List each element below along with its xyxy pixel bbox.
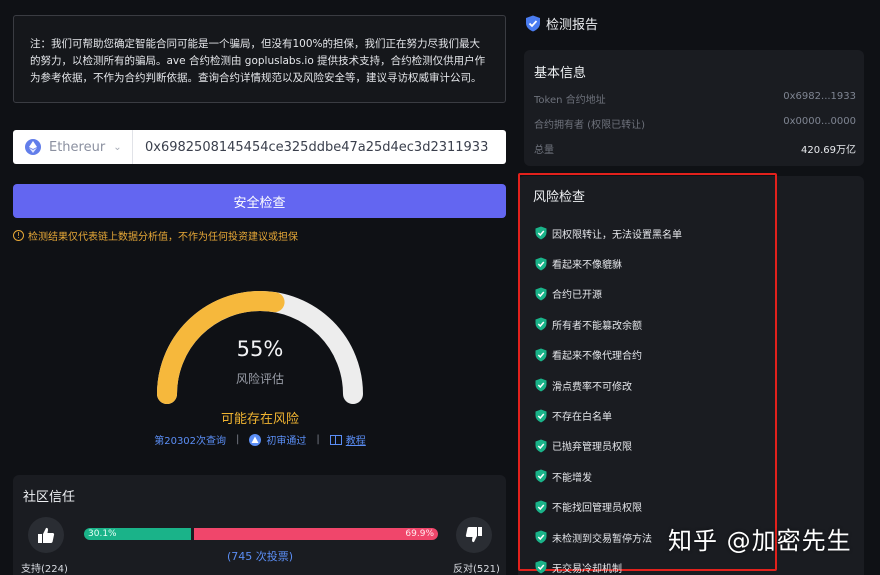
info-row-token-address: Token 合约地址 0x6982...1933	[534, 91, 856, 106]
info-key: Token 合约地址	[534, 95, 606, 106]
result-disclaimer: ! 检测结果仅代表链上数据分析值，不作为任何投资建议或担保	[13, 228, 298, 243]
check-shield-icon	[535, 378, 547, 392]
check-shield-icon	[535, 530, 547, 544]
risk-item-label: 未检测到交易暂停方法	[552, 533, 652, 545]
disclaimer-notice: 注：我们可帮助您确定智能合同可能是一个骗局，但没有100%的担保，我们正在努力尽…	[13, 15, 506, 103]
risk-item-label: 看起来不像代理合约	[552, 351, 642, 363]
result-disclaimer-text: 检测结果仅代表链上数据分析值，不作为任何投资建议或担保	[28, 232, 298, 243]
support-count: 支持(224)	[21, 564, 68, 575]
risk-item-label: 合约已开源	[552, 290, 602, 302]
risk-item-label: 不能增发	[552, 472, 592, 484]
risk-item-label: 无交易冷却机制	[552, 563, 622, 575]
risk-item: 不存在白名单	[535, 400, 765, 430]
tutorial-link[interactable]: 教程	[346, 432, 366, 447]
basic-info-title: 基本信息	[534, 66, 587, 81]
vote-count: (745 次投票)	[226, 550, 294, 563]
check-shield-icon	[535, 409, 547, 423]
risk-assessment-label: 风险评估	[235, 372, 284, 386]
check-shield-icon	[535, 469, 547, 483]
risk-item-label: 因权限转让，无法设置黑名单	[552, 229, 682, 241]
contract-address-input[interactable]	[133, 130, 506, 164]
chain-select[interactable]: Ethereur ⌄	[13, 130, 133, 164]
risk-level-text: 可能存在风险	[220, 412, 299, 427]
check-shield-icon	[535, 348, 547, 362]
risk-item-label: 所有者不能篡改余额	[552, 320, 642, 332]
security-check-button[interactable]: 安全检查	[13, 184, 506, 218]
oppose-button[interactable]	[456, 517, 492, 553]
risk-percentage: 55%	[236, 337, 284, 361]
info-value[interactable]: 0x6982...1933	[783, 91, 856, 106]
risk-item: 已抛弃管理员权限	[535, 431, 765, 461]
vote-ratio-bar: 30.1% 69.9%	[84, 528, 438, 540]
risk-item: 合约已开源	[535, 279, 765, 309]
check-shield-icon	[535, 317, 547, 331]
risk-item: 看起来不像代理合约	[535, 340, 765, 370]
info-row-total-supply: 总量 420.69万亿	[534, 141, 856, 156]
contract-search-bar: Ethereur ⌄	[13, 130, 506, 164]
risk-item: 看起来不像貔貅	[535, 248, 765, 278]
info-value: 420.69万亿	[801, 145, 856, 156]
check-shield-icon	[535, 226, 547, 240]
audit-icon	[249, 433, 262, 446]
query-info-row: 第20302次查询 | 初审通过 | 教程	[120, 432, 400, 447]
separator: |	[316, 434, 320, 445]
info-key: 总量	[534, 145, 554, 156]
thumbs-down-icon	[465, 527, 482, 543]
audit-status: 初审通过	[266, 436, 307, 447]
check-shield-icon	[535, 257, 547, 271]
info-row-owner: 合约拥有者 (权限已转让) 0x0000...0000	[534, 116, 856, 131]
oppose-count: 反对(521)	[453, 564, 500, 575]
info-value[interactable]: 0x0000...0000	[783, 116, 856, 131]
notice-text: 注：我们可帮助您确定智能合同可能是一个骗局，但没有100%的担保，我们正在努力尽…	[30, 38, 486, 84]
risk-item: 不能增发	[535, 461, 765, 491]
book-icon	[329, 434, 342, 445]
community-trust-title: 社区信任	[23, 490, 76, 505]
report-title: 检测报告	[546, 18, 599, 33]
risk-item-label: 看起来不像貔貅	[552, 260, 622, 272]
risk-check-title: 风险检查	[533, 190, 586, 205]
chevron-down-icon: ⌄	[113, 141, 122, 153]
support-button[interactable]	[28, 517, 64, 553]
risk-item-label: 已抛弃管理员权限	[552, 442, 632, 454]
info-key: 合约拥有者 (权限已转让)	[534, 120, 645, 131]
risk-item: 所有者不能篡改余额	[535, 309, 765, 339]
separator: |	[236, 434, 240, 445]
check-shield-icon	[535, 500, 547, 514]
risk-item-label: 滑点费率不可修改	[552, 381, 632, 393]
check-shield-icon	[535, 560, 547, 574]
chain-select-label: Ethereur	[49, 139, 106, 155]
report-shield-icon	[526, 15, 540, 32]
vote-support-fill: 30.1%	[84, 528, 191, 540]
check-shield-icon	[535, 439, 547, 453]
check-shield-icon	[535, 287, 547, 301]
risk-item: 滑点费率不可修改	[535, 370, 765, 400]
risk-item: 不能找回管理员权限	[535, 492, 765, 522]
report-header: 检测报告	[525, 14, 598, 33]
warning-icon: !	[13, 230, 24, 241]
risk-item-label: 不能找回管理员权限	[552, 503, 642, 515]
risk-item: 因权限转让，无法设置黑名单	[535, 218, 765, 248]
vote-oppose-fill: 69.9%	[193, 528, 438, 540]
risk-item-label: 不存在白名单	[552, 412, 612, 424]
ethereum-icon	[25, 139, 41, 155]
watermark-text: 知乎 @加密先生	[668, 527, 852, 555]
thumbs-up-icon	[38, 527, 55, 543]
query-count: 第20302次查询	[154, 436, 227, 447]
